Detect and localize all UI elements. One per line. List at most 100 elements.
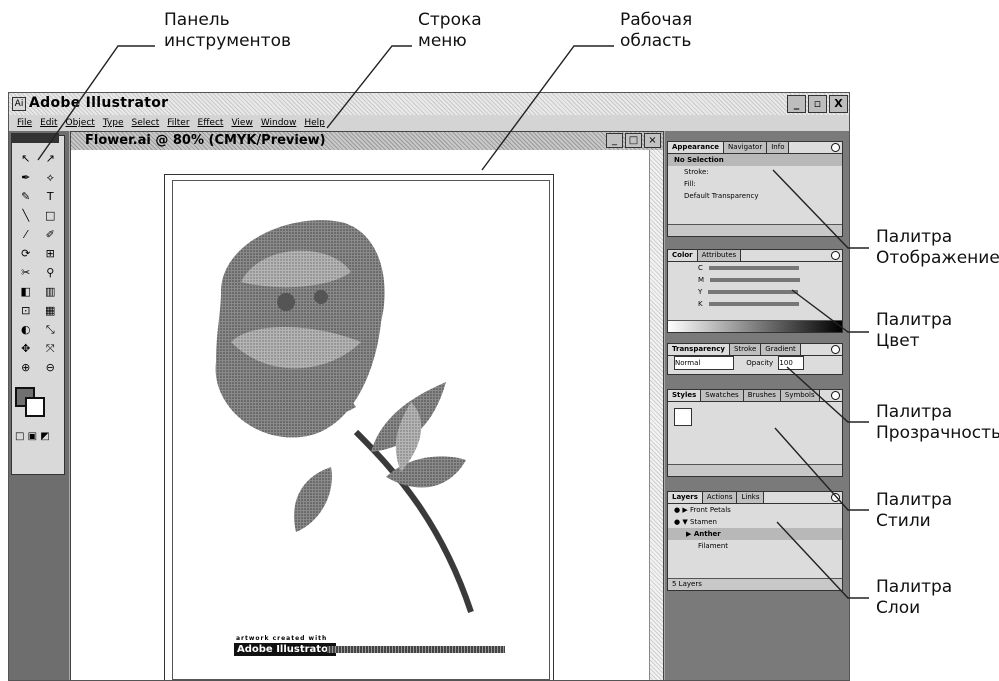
zoom-tool-icon[interactable]: ⊖ (39, 359, 63, 377)
tab-info[interactable]: Info (767, 142, 790, 153)
scale-tool-icon[interactable]: ⊞ (39, 245, 63, 263)
rose-artwork[interactable] (181, 202, 521, 622)
menu-select[interactable]: Select (127, 115, 163, 131)
expand-icon[interactable]: ▶ (686, 530, 694, 538)
menu-window[interactable]: Window (257, 115, 301, 131)
appearance-row[interactable]: Stroke: (668, 166, 842, 178)
slice-tool-icon[interactable]: ✥ (14, 340, 38, 358)
blend-mode-select[interactable]: Normal (674, 356, 734, 370)
palette-menu-icon[interactable] (831, 493, 840, 502)
palette-menu-icon[interactable] (831, 345, 840, 354)
styles-buttons[interactable] (668, 464, 842, 476)
rose-stamen (277, 293, 295, 311)
paintbrush-tool-icon[interactable]: ⁄ (14, 226, 38, 244)
lasso-tool-icon[interactable]: ⟡ (39, 169, 63, 187)
tab-swatches[interactable]: Swatches (701, 390, 744, 401)
vertical-scrollbar[interactable] (649, 150, 663, 680)
layers-tabs: Layers Actions Links (668, 492, 842, 504)
blend-tool-icon[interactable]: ⤡ (39, 321, 63, 339)
opacity-input[interactable]: 100 (778, 356, 805, 370)
symbol-sprayer-tool-icon[interactable]: ◧ (14, 283, 38, 301)
tab-brushes[interactable]: Brushes (743, 390, 781, 401)
appearance-row[interactable]: Fill: (668, 178, 842, 190)
menu-edit[interactable]: Edit (36, 115, 61, 131)
tab-color[interactable]: Color (668, 250, 698, 261)
layers-footer: 5 Layers (668, 578, 842, 590)
menu-file[interactable]: File (13, 115, 36, 131)
toolbox-grip[interactable] (11, 133, 59, 143)
menu-filter[interactable]: Filter (163, 115, 193, 131)
scissors-alt-tool-icon[interactable]: ⤧ (39, 340, 63, 358)
color-channel[interactable]: M (668, 274, 842, 286)
rose-leaf (294, 467, 332, 532)
palette-menu-icon[interactable] (831, 143, 840, 152)
type-tool-icon[interactable]: T (39, 188, 63, 206)
menu-view[interactable]: View (227, 115, 256, 131)
channel-slider[interactable] (708, 290, 799, 294)
rotate-tool-icon[interactable]: ⟳ (14, 245, 38, 263)
pen-tool-icon[interactable]: ✎ (14, 188, 38, 206)
tab-transparency[interactable]: Transparency (668, 344, 730, 355)
appearance-row[interactable]: Default Transparency (668, 190, 842, 202)
tab-appearance[interactable]: Appearance (668, 142, 724, 153)
eye-icon[interactable]: ● ▶ (674, 506, 690, 514)
magic-wand-tool-icon[interactable]: ✒ (14, 169, 38, 187)
tab-stroke[interactable]: Stroke (729, 344, 762, 355)
layer-row[interactable]: Filament (668, 540, 842, 552)
tab-actions[interactable]: Actions (702, 492, 738, 503)
default-style-swatch[interactable] (674, 408, 692, 426)
stroke-swatch[interactable] (25, 397, 45, 417)
channel-slider[interactable] (708, 302, 799, 306)
scissors-tool-icon[interactable]: ✂ (14, 264, 38, 282)
illustrator-badge: Adobe Illustrator (234, 643, 336, 656)
mesh-tool-icon[interactable]: ⊡ (14, 302, 38, 320)
appearance-row[interactable]: No Selection (668, 154, 842, 166)
channel-label: C (698, 264, 703, 272)
pencil-tool-icon[interactable]: ✐ (39, 226, 63, 244)
eyedropper-tool-icon[interactable]: ◐ (14, 321, 38, 339)
palette-menu-icon[interactable] (831, 251, 840, 260)
appearance-tabs: Appearance Navigator Info (668, 142, 842, 154)
tab-attributes[interactable]: Attributes (697, 250, 742, 261)
rectangle-tool-icon[interactable]: □ (39, 207, 63, 225)
appearance-buttons[interactable] (668, 224, 842, 236)
eye-icon[interactable]: ● ▼ (674, 518, 690, 526)
tab-gradient[interactable]: Gradient (761, 344, 801, 355)
hand-tool-icon[interactable]: ⊕ (14, 359, 38, 377)
doc-minimize-button[interactable]: _ (606, 133, 623, 148)
color-spectrum-bar[interactable] (668, 320, 842, 332)
tab-layers[interactable]: Layers (668, 492, 703, 503)
channel-slider[interactable] (708, 266, 799, 270)
selection-tool-icon[interactable]: ↖ (14, 150, 38, 168)
doc-close-button[interactable]: × (644, 133, 661, 148)
doc-maximize-button[interactable]: □ (625, 133, 642, 148)
app-titlebar[interactable]: Ai Adobe Illustrator _ ▫ X (9, 93, 849, 115)
layer-row[interactable]: ▶ Anther (668, 528, 842, 540)
layer-row[interactable]: ● ▶ Front Petals (668, 504, 842, 516)
direct-selection-tool-icon[interactable]: ↗ (39, 150, 63, 168)
channel-slider[interactable] (710, 278, 801, 282)
document-titlebar[interactable]: Flower.ai @ 80% (CMYK/Preview) _ □ × (71, 132, 663, 150)
restore-button[interactable]: ▫ (808, 95, 827, 113)
graph-tool-icon[interactable]: ▥ (39, 283, 63, 301)
menu-type[interactable]: Type (99, 115, 128, 131)
color-channel[interactable]: Y (668, 286, 842, 298)
close-button[interactable]: X (829, 95, 848, 113)
tab-symbols[interactable]: Symbols (780, 390, 820, 401)
tab-styles[interactable]: Styles (668, 390, 702, 401)
tab-navigator[interactable]: Navigator (723, 142, 768, 153)
warp-tool-icon[interactable]: ⚲ (39, 264, 63, 282)
color-channel[interactable]: K (668, 298, 842, 310)
layer-row[interactable]: ● ▼ Stamen (668, 516, 842, 528)
palette-menu-icon[interactable] (831, 391, 840, 400)
artwork-credit-caption: artwork created with (236, 635, 328, 642)
tab-links[interactable]: Links (737, 492, 765, 503)
menu-help[interactable]: Help (300, 115, 329, 131)
menu-object[interactable]: Object (62, 115, 99, 131)
menu-effect[interactable]: Effect (194, 115, 228, 131)
screen-mode-buttons[interactable]: □ ▣ ◩ (15, 431, 50, 442)
color-channel[interactable]: C (668, 262, 842, 274)
gradient-tool-icon[interactable]: ▦ (39, 302, 63, 320)
minimize-button[interactable]: _ (787, 95, 806, 113)
line-tool-icon[interactable]: ╲ (14, 207, 38, 225)
